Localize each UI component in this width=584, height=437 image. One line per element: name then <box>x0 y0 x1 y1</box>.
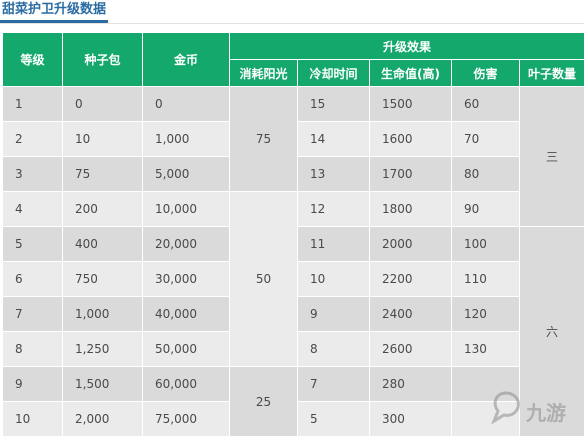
cell-health: 280 <box>370 367 452 402</box>
cell-seed-pack: 400 <box>63 227 143 262</box>
cell-health: 2600 <box>370 332 452 367</box>
cell-coins: 5,000 <box>143 157 230 192</box>
cell-damage: 130 <box>452 332 520 367</box>
cell-seed-pack: 1,500 <box>63 367 143 402</box>
table-row: 4 200 10,000 50 12 1800 90 <box>3 192 584 227</box>
cell-health: 1600 <box>370 122 452 157</box>
cell-seed-pack: 10 <box>63 122 143 157</box>
title-bar: 甜菜护卫升级数据 <box>0 0 584 24</box>
cell-coins: 0 <box>143 87 230 122</box>
cell-sun-cost: 75 <box>230 87 298 192</box>
title-underline <box>0 20 108 23</box>
cell-level: 2 <box>3 122 63 157</box>
cell-level: 8 <box>3 332 63 367</box>
cell-level: 1 <box>3 87 63 122</box>
cell-damage: 120 <box>452 297 520 332</box>
cell-seed-pack: 2,000 <box>63 402 143 437</box>
cell-health: 1500 <box>370 87 452 122</box>
cell-seed-pack: 1,250 <box>63 332 143 367</box>
cell-cooldown: 10 <box>298 262 370 297</box>
watermark-logo-icon <box>488 389 524 425</box>
header-level: 等级 <box>3 33 63 87</box>
cell-damage: 110 <box>452 262 520 297</box>
cell-seed-pack: 75 <box>63 157 143 192</box>
cell-cooldown: 11 <box>298 227 370 262</box>
cell-cooldown: 15 <box>298 87 370 122</box>
cell-coins: 40,000 <box>143 297 230 332</box>
header-cooldown: 冷却时间 <box>298 60 370 87</box>
cell-level: 10 <box>3 402 63 437</box>
cell-sun-cost: 50 <box>230 192 298 367</box>
cell-coins: 30,000 <box>143 262 230 297</box>
cell-health: 2200 <box>370 262 452 297</box>
table-row: 1 0 0 75 15 1500 60 三 <box>3 87 584 122</box>
cell-health: 2000 <box>370 227 452 262</box>
header-health: 生命值(高) <box>370 60 452 87</box>
cell-damage: 90 <box>452 192 520 227</box>
header-sun-cost: 消耗阳光 <box>230 60 298 87</box>
header-coins: 金币 <box>143 33 230 87</box>
cell-health: 300 <box>370 402 452 437</box>
cell-health: 1800 <box>370 192 452 227</box>
cell-health: 2400 <box>370 297 452 332</box>
cell-cooldown: 8 <box>298 332 370 367</box>
header-seed-pack: 种子包 <box>63 33 143 87</box>
cell-coins: 75,000 <box>143 402 230 437</box>
cell-coins: 50,000 <box>143 332 230 367</box>
cell-level: 4 <box>3 192 63 227</box>
header-leaf-count: 叶子数量 <box>520 60 584 87</box>
cell-level: 9 <box>3 367 63 402</box>
upgrade-data-table: 等级 种子包 金币 升级效果 消耗阳光 冷却时间 生命值(高) 伤害 叶子数量 … <box>2 32 584 437</box>
cell-level: 7 <box>3 297 63 332</box>
cell-leaf-count: 三 <box>520 87 584 227</box>
cell-seed-pack: 750 <box>63 262 143 297</box>
cell-damage: 80 <box>452 157 520 192</box>
cell-coins: 20,000 <box>143 227 230 262</box>
cell-coins: 1,000 <box>143 122 230 157</box>
cell-seed-pack: 200 <box>63 192 143 227</box>
header-damage: 伤害 <box>452 60 520 87</box>
cell-coins: 10,000 <box>143 192 230 227</box>
cell-cooldown: 12 <box>298 192 370 227</box>
header-upgrade-effect: 升级效果 <box>230 33 584 60</box>
watermark-text: 九游 <box>526 397 566 426</box>
cell-damage: 100 <box>452 227 520 262</box>
cell-cooldown: 7 <box>298 367 370 402</box>
cell-level: 6 <box>3 262 63 297</box>
cell-level: 5 <box>3 227 63 262</box>
page-title: 甜菜护卫升级数据 <box>2 1 106 19</box>
cell-seed-pack: 0 <box>63 87 143 122</box>
cell-cooldown: 13 <box>298 157 370 192</box>
cell-health: 1700 <box>370 157 452 192</box>
cell-sun-cost: 25 <box>230 367 298 437</box>
cell-level: 3 <box>3 157 63 192</box>
cell-damage: 70 <box>452 122 520 157</box>
cell-cooldown: 5 <box>298 402 370 437</box>
cell-seed-pack: 1,000 <box>63 297 143 332</box>
cell-cooldown: 14 <box>298 122 370 157</box>
cell-damage: 60 <box>452 87 520 122</box>
cell-coins: 60,000 <box>143 367 230 402</box>
cell-cooldown: 9 <box>298 297 370 332</box>
watermark: 九游 <box>488 389 578 429</box>
